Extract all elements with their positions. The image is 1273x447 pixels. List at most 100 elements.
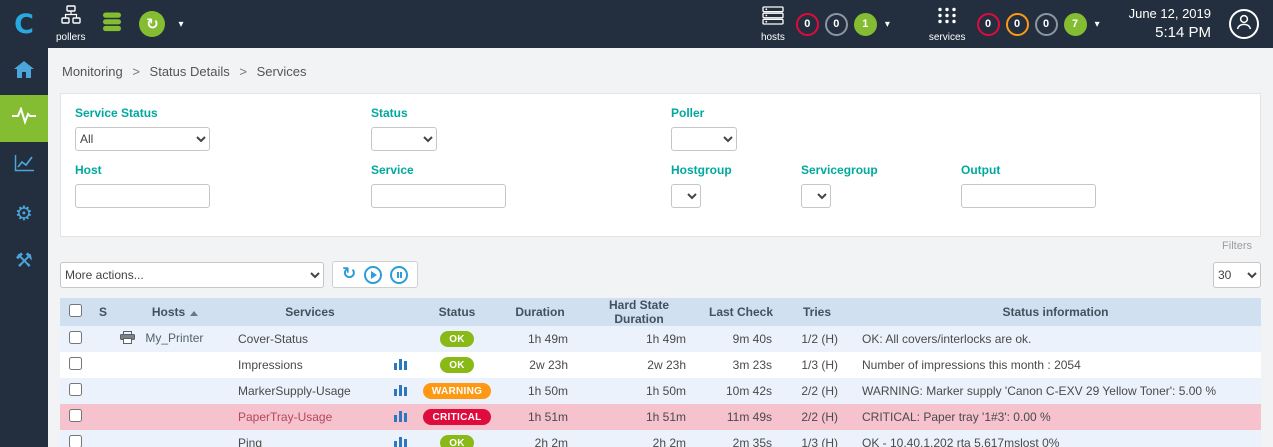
sidebar-item-monitoring[interactable] [0,95,48,142]
pollers-menu[interactable]: pollers [56,5,85,43]
hard-state-duration-cell: 1h 50m [580,378,698,404]
hostgroup-select[interactable] [671,184,701,208]
sidebar-item-configuration[interactable]: ⚙ [0,189,48,236]
hostgroup-label: Hostgroup [671,163,801,177]
poller-select[interactable] [671,127,737,151]
chart-line-icon [14,155,34,177]
last-check-cell: 10m 42s [698,378,784,404]
service-status-select[interactable]: All [75,127,210,151]
servicegroup-select[interactable] [801,184,831,208]
hard-state-duration-cell: 1h 51m [580,404,698,430]
refresh-icon[interactable]: ↻ [342,266,356,283]
row-checkbox[interactable] [69,357,82,370]
page-size-select[interactable]: 30 [1213,262,1261,288]
row-checkbox[interactable] [69,409,82,422]
breadcrumb-separator: > [132,64,140,79]
database-status[interactable] [101,12,123,37]
col-header-s[interactable]: S [90,298,116,326]
col-header-hosts[interactable]: Hosts [116,298,234,326]
servicegroup-label: Servicegroup [801,163,961,177]
host-link[interactable]: My_Printer [145,331,203,345]
duration-cell: 2w 23h [500,352,580,378]
services-critical-counter[interactable]: 0 [977,13,1000,36]
breadcrumb-services[interactable]: Services [257,64,307,79]
last-check-cell: 2m 35s [698,430,784,447]
col-header-status[interactable]: Status [414,298,500,326]
chart-icon[interactable] [394,385,407,399]
user-menu[interactable] [1229,9,1259,39]
col-header-duration[interactable]: Duration [500,298,580,326]
service-link[interactable]: Ping [238,436,262,447]
col-header-chart [386,298,414,326]
hosts-status-group: hosts 0 0 1 ▾ [753,6,895,43]
clock: June 12, 2019 5:14 PM [1129,5,1211,43]
service-link[interactable]: MarkerSupply-Usage [238,384,351,398]
status-select[interactable] [371,127,437,151]
col-header-tries[interactable]: Tries [784,298,850,326]
services-icon [937,6,957,30]
centreon-logo[interactable]: C [0,9,48,40]
table-row: Ping OK 2h 2m 2h 2m 2m 35s 1/3 (H) OK - … [60,430,1261,447]
tries-cell: 1/3 (H) [784,430,850,447]
status-badge: OK [440,435,474,447]
hosts-icon [762,6,784,30]
duration-cell: 1h 51m [500,404,580,430]
status-badge: WARNING [423,383,491,399]
services-table: S Hosts Services Status Duration Hard St… [60,298,1261,447]
output-input[interactable] [961,184,1096,208]
row-checkbox[interactable] [69,435,82,447]
main-content: Monitoring > Status Details > Services S… [48,48,1273,447]
hosts-unreachable-counter[interactable]: 0 [825,13,848,36]
service-link[interactable]: Cover-Status [238,332,308,346]
home-icon [14,61,34,83]
col-header-services[interactable]: Services [234,298,386,326]
row-checkbox[interactable] [69,331,82,344]
host-label: Host [75,163,371,177]
breadcrumb-monitoring[interactable]: Monitoring [62,64,123,79]
hosts-down-counter[interactable]: 0 [796,13,819,36]
status-information-cell: CRITICAL: Paper tray '1#3': 0.00 % [850,404,1261,430]
chevron-down-icon[interactable]: ▾ [1095,19,1100,30]
duration-cell: 1h 50m [500,378,580,404]
more-actions-select[interactable]: More actions... [60,262,324,288]
hard-state-duration-cell: 1h 49m [580,326,698,352]
status-badge: OK [440,331,474,347]
hosts-up-counter[interactable]: 1 [854,13,877,36]
chevron-down-icon[interactable]: ▾ [885,19,890,30]
current-date: June 12, 2019 [1129,5,1211,23]
sidebar-item-reporting[interactable] [0,142,48,189]
chart-icon[interactable] [394,437,407,447]
output-label: Output [961,163,1096,177]
chart-icon[interactable] [394,359,407,373]
sidebar: ⚙ ⚒ [0,48,48,447]
services-warning-counter[interactable]: 0 [1006,13,1029,36]
service-link[interactable]: Impressions [238,358,303,372]
status-information-cell: Number of impressions this month : 2054 [850,352,1261,378]
services-unknown-counter[interactable]: 0 [1035,13,1058,36]
col-header-last-check[interactable]: Last Check [698,298,784,326]
col-header-status-information[interactable]: Status information [850,298,1261,326]
chevron-down-icon[interactable]: ▾ [178,19,183,30]
services-menu[interactable]: services [929,6,966,43]
last-check-cell: 3m 23s [698,352,784,378]
platform-sync-status[interactable]: ↻ [139,11,165,37]
filter-panel: Service Status All Status Poller Host [60,93,1261,237]
hosts-menu[interactable]: hosts [761,6,785,43]
col-header-hard-state-duration[interactable]: Hard State Duration [580,298,698,326]
service-input[interactable] [371,184,506,208]
select-all-checkbox[interactable] [69,304,82,317]
play-refresh-icon[interactable] [364,266,382,284]
pause-refresh-icon[interactable] [390,266,408,284]
filters-tag: Filters [1222,240,1252,252]
sidebar-item-home[interactable] [0,48,48,95]
services-ok-counter[interactable]: 7 [1064,13,1087,36]
sidebar-item-administration[interactable]: ⚒ [0,236,48,283]
service-link[interactable]: PaperTray-Usage [238,410,332,424]
breadcrumb-status-details[interactable]: Status Details [150,64,230,79]
host-input[interactable] [75,184,210,208]
chart-icon[interactable] [394,411,407,425]
tries-cell: 2/2 (H) [784,404,850,430]
table-row: MarkerSupply-Usage WARNING 1h 50m 1h 50m… [60,378,1261,404]
row-checkbox[interactable] [69,383,82,396]
top-bar: C pollers ↻ ▾ hosts 0 0 1 ▾ service [0,0,1273,48]
